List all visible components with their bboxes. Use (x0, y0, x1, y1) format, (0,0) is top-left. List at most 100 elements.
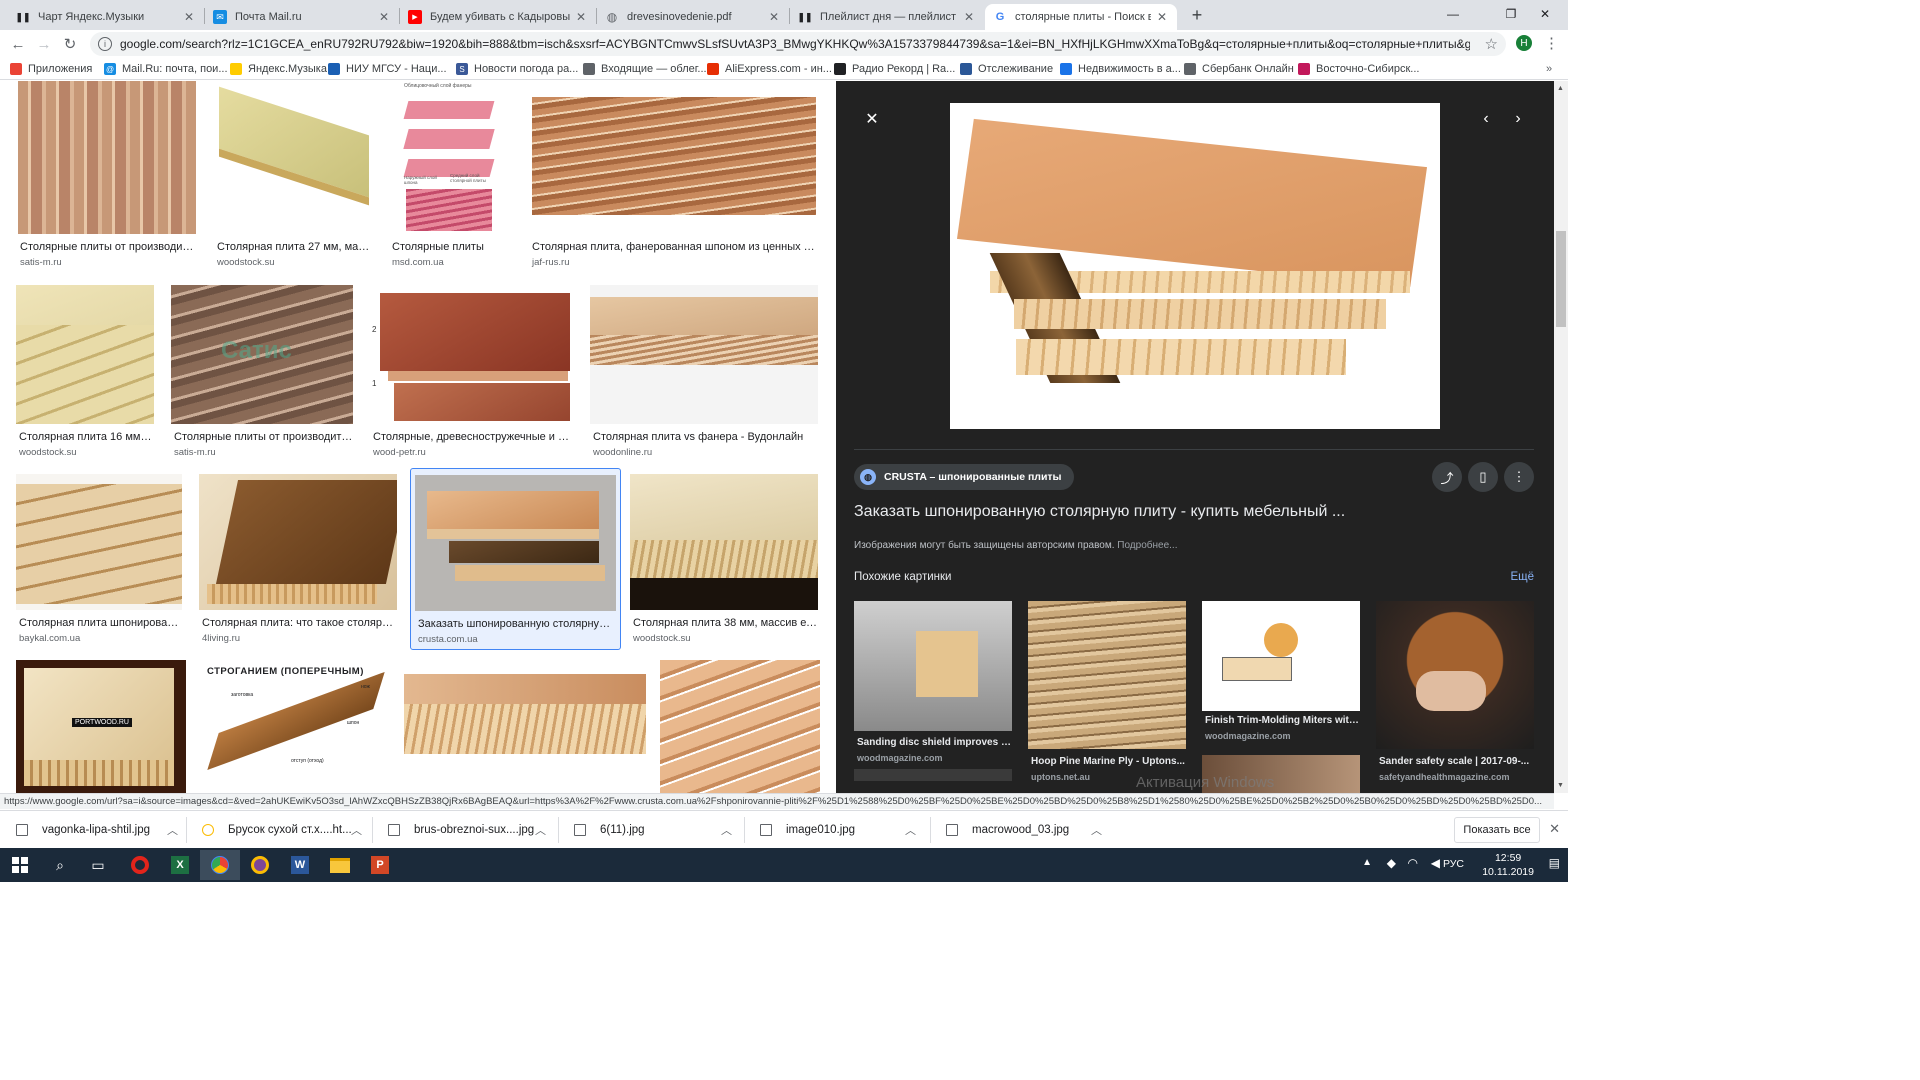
download-item[interactable]: brus-obreznoi-sux....jpg ︿ (388, 811, 546, 849)
info-icon[interactable]: i (98, 37, 112, 51)
result-caption[interactable]: Столярные плиты от производител... (174, 431, 354, 443)
file-explorer-icon[interactable] (320, 850, 360, 880)
result-card[interactable]: Столярная плита vs фанера - Вудонлайн wo… (590, 285, 820, 459)
result-thumbnail[interactable] (16, 285, 154, 424)
address-bar[interactable]: i google.com/search?rlz=1C1GCEA_enRU792R… (90, 32, 1506, 56)
chrome-icon[interactable] (200, 850, 240, 880)
bookmark-star-icon[interactable]: ☆ (1485, 35, 1498, 53)
window-close-icon[interactable]: ✕ (1522, 0, 1568, 28)
download-item[interactable]: macrowood_03.jpg ︿ (946, 811, 1102, 849)
result-card-selected[interactable]: Заказать шпонированную столярную п... cr… (410, 468, 621, 650)
result-caption[interactable]: Столярные плиты от производител... (20, 241, 196, 253)
scroll-up-icon[interactable]: ▲ (1557, 85, 1564, 92)
bookmark-vsib[interactable]: Восточно-Сибирск... (1298, 61, 1419, 77)
result-thumbnail[interactable]: СТРОГАНИЕМ (ПОПЕРЕЧНЫМ) заготовка нож шп… (201, 660, 389, 793)
bookmark-realty[interactable]: Недвижимость в а... (1060, 61, 1181, 77)
result-caption[interactable]: Столярная плита, фанерованная шпоном из … (532, 241, 816, 253)
chevron-up-icon[interactable]: ︿ (905, 822, 916, 838)
word-icon[interactable]: W (280, 850, 320, 880)
show-all-downloads-button[interactable]: Показать все (1454, 817, 1540, 843)
result-caption[interactable]: Столярная плита 38 мм, массив ели... (633, 617, 819, 629)
back-arrow-icon[interactable]: ← (6, 32, 30, 56)
result-caption[interactable]: Столярная плита 27 мм, масс... (217, 241, 373, 253)
result-thumbnail[interactable] (660, 660, 820, 793)
close-tab-icon[interactable]: ✕ (767, 10, 781, 24)
tab-mail[interactable]: ✉ Почта Mail.ru ✕ (205, 4, 399, 30)
opera-icon[interactable] (120, 850, 160, 880)
similar-source[interactable]: safetyandhealthmagazine.com (1379, 772, 1510, 782)
reload-icon[interactable]: ↻ (58, 32, 82, 56)
bookmark-yandex-music[interactable]: Яндекс.Музыка (230, 61, 327, 77)
bookmark-tracking[interactable]: Отслеживание (960, 61, 1053, 77)
tab-playlist[interactable]: ❚❚ Плейлист дня — плейлист на Ян ✕ (790, 4, 984, 30)
more-info-link[interactable]: Подробнее... (1117, 540, 1177, 551)
tab-youtube[interactable]: ▶ Будем убивать с Кадыровым. Ра ✕ (400, 4, 596, 30)
similar-source[interactable]: woodmagazine.com (857, 753, 943, 763)
result-source[interactable]: 4living.ru (202, 633, 240, 644)
result-thumbnail[interactable] (18, 81, 196, 234)
notifications-icon[interactable]: ▤ (1549, 856, 1560, 870)
download-item[interactable]: 6(11).jpg ︿ (574, 811, 732, 849)
chevron-up-icon[interactable]: ︿ (351, 822, 362, 838)
result-source[interactable]: wood-petr.ru (373, 447, 426, 458)
result-card[interactable]: Столярная плита 16 мм, ... woodstock.su (16, 285, 156, 459)
result-caption[interactable]: Заказать шпонированную столярную п... (418, 618, 616, 630)
result-card[interactable]: PORTWOOD.RU (16, 660, 186, 793)
bookmark-radio-record[interactable]: Радио Рекорд | Ra... (834, 61, 955, 77)
download-item[interactable]: Брусок сухой ст.х....ht... ︿ (202, 811, 362, 849)
result-source[interactable]: woodstock.su (633, 633, 691, 644)
taskbar-clock[interactable]: 12:59 10.11.2019 (1482, 851, 1534, 879)
tray-chevron-up-icon[interactable]: ▲ (1362, 857, 1372, 868)
profile-avatar[interactable]: Н (1516, 35, 1532, 51)
next-image-icon[interactable]: › (1504, 105, 1532, 133)
task-view-icon[interactable]: ▭ (78, 850, 118, 880)
result-card[interactable]: Столярная плита 27 мм, масс... woodstock… (215, 81, 375, 269)
similar-caption[interactable]: Sanding disc shield improves s... (857, 737, 1011, 748)
result-thumbnail[interactable] (199, 474, 397, 610)
similar-caption[interactable]: Hoop Pine Marine Ply - Uptons... (1031, 756, 1185, 767)
tab-yandex-music-chart[interactable]: ❚❚ Чарт Яндекс.Музыки ✕ (8, 4, 204, 30)
save-bookmark-icon[interactable]: ▯ (1468, 462, 1498, 492)
result-thumbnail[interactable]: Облицовочный слой фанеры Наружный слой ш… (390, 81, 512, 234)
result-card[interactable]: Столярная плита, фанерованная шпоном из … (530, 81, 818, 269)
bookmarks-overflow[interactable]: » (1546, 61, 1552, 77)
result-caption[interactable]: Столярная плита: что такое столярная... (202, 617, 398, 629)
bookmark-inbox[interactable]: Входящие — облег... (583, 61, 707, 77)
preview-image[interactable] (950, 103, 1440, 429)
result-caption[interactable]: Столярные плиты (392, 241, 512, 253)
dropbox-icon[interactable]: ◆ (1387, 856, 1396, 870)
result-thumbnail[interactable] (630, 474, 818, 610)
result-source[interactable]: jaf-rus.ru (532, 257, 569, 268)
result-card[interactable] (660, 660, 820, 793)
result-source[interactable]: satis-m.ru (20, 257, 62, 268)
bookmark-mgsu[interactable]: НИУ МГСУ - Наци... (328, 61, 447, 77)
result-card[interactable]: Столярная плита 38 мм, массив ели... woo… (630, 474, 820, 650)
similar-thumbnail[interactable] (1202, 601, 1360, 711)
close-tab-icon[interactable]: ✕ (574, 10, 588, 24)
new-tab-button[interactable]: + (1186, 4, 1208, 26)
powerpoint-icon[interactable]: P (360, 850, 400, 880)
chevron-up-icon[interactable]: ︿ (1091, 822, 1102, 838)
result-source[interactable]: msd.com.ua (392, 257, 444, 268)
source-chip[interactable]: ◍ CRUSTA – шпонированные плиты (854, 464, 1074, 490)
similar-thumbnail[interactable] (854, 601, 1012, 731)
scroll-down-icon[interactable]: ▼ (1557, 782, 1564, 789)
similar-image-card[interactable]: Finish Trim-Molding Miters with... woodm… (1202, 601, 1362, 793)
bookmark-apps[interactable]: Приложения (10, 61, 92, 77)
language-indicator[interactable]: РУС (1443, 858, 1464, 870)
result-caption[interactable]: Столярная плита 16 мм, ... (19, 431, 153, 443)
close-tab-icon[interactable]: ✕ (962, 10, 976, 24)
result-source[interactable]: woodstock.su (217, 257, 275, 268)
result-thumbnail[interactable]: PORTWOOD.RU (16, 660, 186, 793)
result-source[interactable]: crusta.com.ua (418, 634, 478, 645)
result-thumbnail[interactable]: Сатис (171, 285, 353, 424)
result-card[interactable]: Сатис Столярные плиты от производител...… (171, 285, 355, 459)
volume-icon[interactable]: ◀ (1431, 856, 1440, 870)
page-scrollbar[interactable]: ▲ ▼ (1554, 81, 1568, 793)
close-tab-icon[interactable]: ✕ (377, 10, 391, 24)
result-source[interactable]: woodstock.su (19, 447, 77, 458)
bookmark-sberbank[interactable]: Сбербанк Онлайн (1184, 61, 1294, 77)
tab-google-search[interactable]: G столярные плиты - Поиск в Goo ✕ (985, 4, 1177, 30)
result-thumbnail[interactable] (404, 660, 646, 793)
close-panel-icon[interactable]: ✕ (858, 105, 886, 133)
